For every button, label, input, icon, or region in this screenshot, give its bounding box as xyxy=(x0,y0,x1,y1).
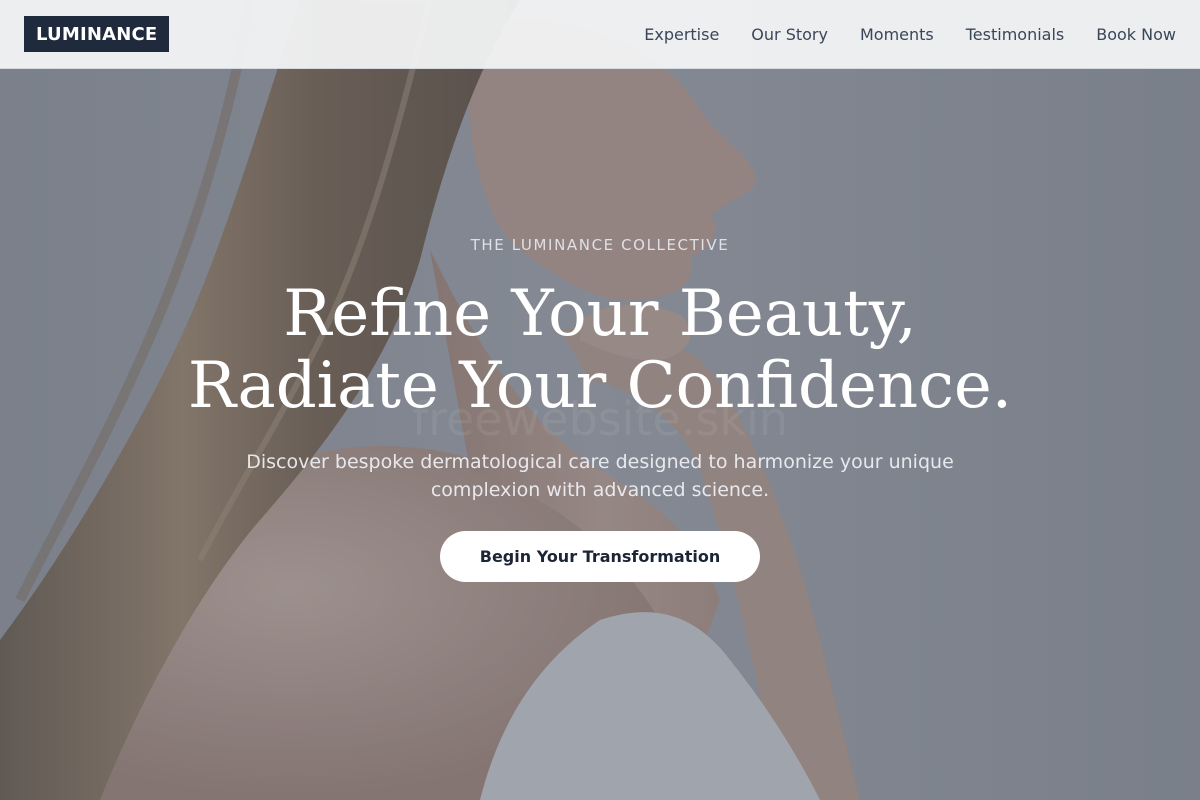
nav-link-moments[interactable]: Moments xyxy=(860,25,934,44)
nav-link-expertise[interactable]: Expertise xyxy=(644,25,719,44)
hero-subcopy: Discover bespoke dermatological care des… xyxy=(246,451,954,501)
hero-headline: Refine Your Beauty, Radiate Your Confide… xyxy=(0,278,1200,422)
hero-headline-line-2: Radiate Your Confidence. xyxy=(187,349,1013,423)
hero-content: THE LUMINANCE COLLECTIVE Refine Your Bea… xyxy=(0,236,1200,582)
landing-page: freewebsite.skin LUMINANCE Expertise Our… xyxy=(0,0,1200,800)
begin-transformation-button[interactable]: Begin Your Transformation xyxy=(440,531,760,582)
hero-headline-line-1: Refine Your Beauty, xyxy=(283,277,917,351)
hero-eyebrow: THE LUMINANCE COLLECTIVE xyxy=(470,236,730,254)
nav-link-our-story[interactable]: Our Story xyxy=(751,25,828,44)
nav-link-testimonials[interactable]: Testimonials xyxy=(966,25,1065,44)
main-nav: Expertise Our Story Moments Testimonials… xyxy=(644,25,1176,44)
nav-link-book-now[interactable]: Book Now xyxy=(1096,25,1176,44)
brand-logo[interactable]: LUMINANCE xyxy=(24,16,170,52)
site-header: LUMINANCE Expertise Our Story Moments Te… xyxy=(0,0,1200,69)
